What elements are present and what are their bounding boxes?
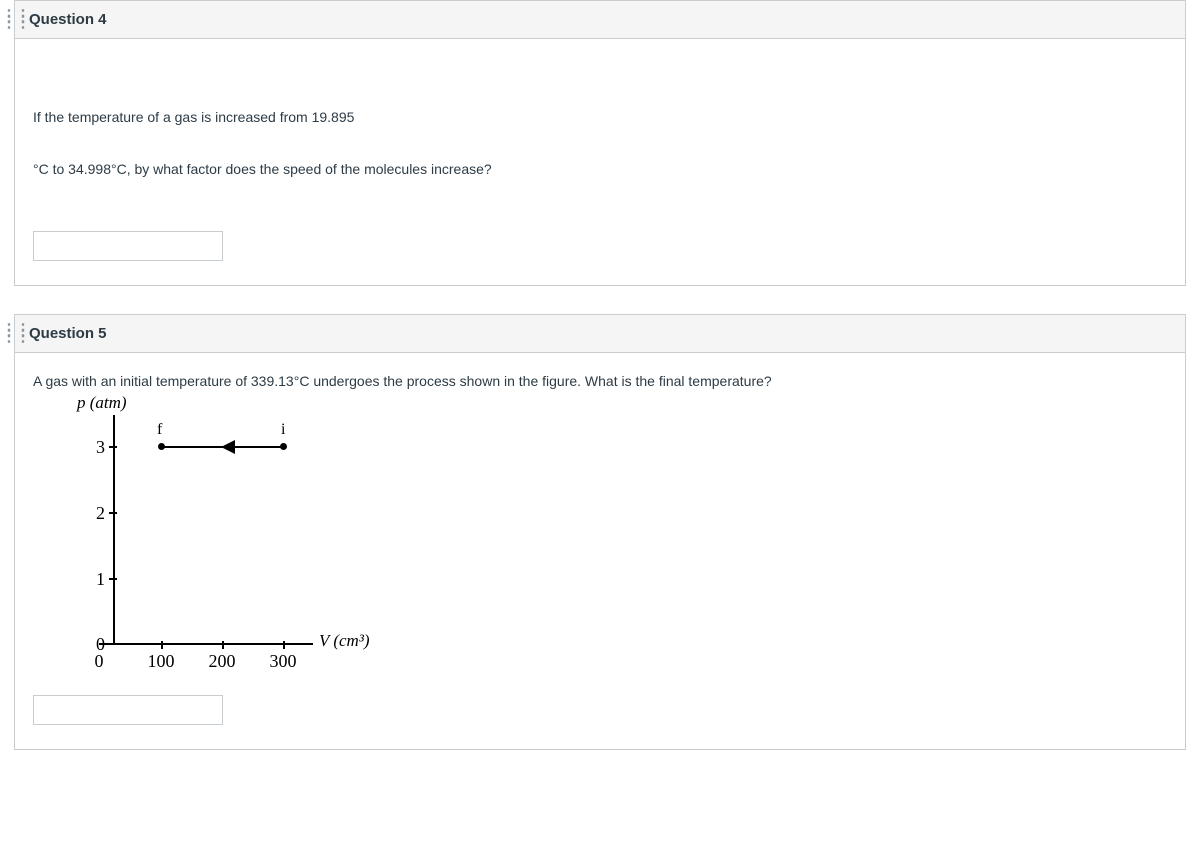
chart-xtick-label: 200 bbox=[209, 651, 236, 672]
chart-ytick bbox=[109, 446, 117, 448]
question-5-header: ⋮⋮⋮⋮ Question 5 bbox=[15, 315, 1185, 353]
chart-x-axis bbox=[99, 643, 313, 645]
chart-xtick bbox=[161, 641, 163, 649]
chart-xtick-label: 100 bbox=[148, 651, 175, 672]
chart-arrow-left-icon bbox=[221, 440, 235, 454]
chart-ytick-label: 3 bbox=[81, 437, 105, 458]
chart-point-f-label: f bbox=[157, 421, 162, 439]
chart-point-i bbox=[280, 443, 287, 450]
chart-point-f bbox=[158, 443, 165, 450]
question-4-text-line2: °C to 34.998°C, by what factor does the … bbox=[33, 161, 1167, 177]
question-4-text-line1: If the temperature of a gas is increased… bbox=[33, 109, 1167, 125]
chart-xtick-label: 300 bbox=[270, 651, 297, 672]
question-5-title: Question 5 bbox=[29, 325, 107, 342]
chart-point-i-label: i bbox=[281, 421, 285, 439]
question-5-text: A gas with an initial temperature of 339… bbox=[33, 373, 1167, 389]
chart-y-axis-label: p (atm) bbox=[77, 393, 127, 413]
chart-xtick-label: 0 bbox=[95, 651, 104, 672]
question-4: ⋮⋮⋮⋮ Question 4 If the temperature of a … bbox=[14, 0, 1186, 286]
chart-ytick-label: 2 bbox=[81, 503, 105, 524]
question-4-title: Question 4 bbox=[29, 11, 107, 28]
question-5: ⋮⋮⋮⋮ Question 5 A gas with an initial te… bbox=[14, 314, 1186, 750]
drag-handle-icon[interactable]: ⋮⋮⋮⋮ bbox=[1, 14, 13, 26]
chart-xtick bbox=[283, 641, 285, 649]
question-4-header: ⋮⋮⋮⋮ Question 4 bbox=[15, 1, 1185, 39]
chart-ytick bbox=[109, 512, 117, 514]
pv-chart: p (atm) 3 2 1 0 0 100 200 300 f bbox=[33, 393, 393, 673]
chart-ytick bbox=[109, 578, 117, 580]
question-5-answer-input[interactable] bbox=[33, 695, 223, 725]
chart-xtick bbox=[222, 641, 224, 649]
chart-x-axis-label: V (cm³) bbox=[319, 631, 370, 651]
drag-handle-icon[interactable]: ⋮⋮⋮⋮ bbox=[1, 328, 13, 340]
chart-ytick-label: 1 bbox=[81, 569, 105, 590]
chart-y-axis bbox=[113, 415, 115, 645]
question-4-answer-input[interactable] bbox=[33, 231, 223, 261]
